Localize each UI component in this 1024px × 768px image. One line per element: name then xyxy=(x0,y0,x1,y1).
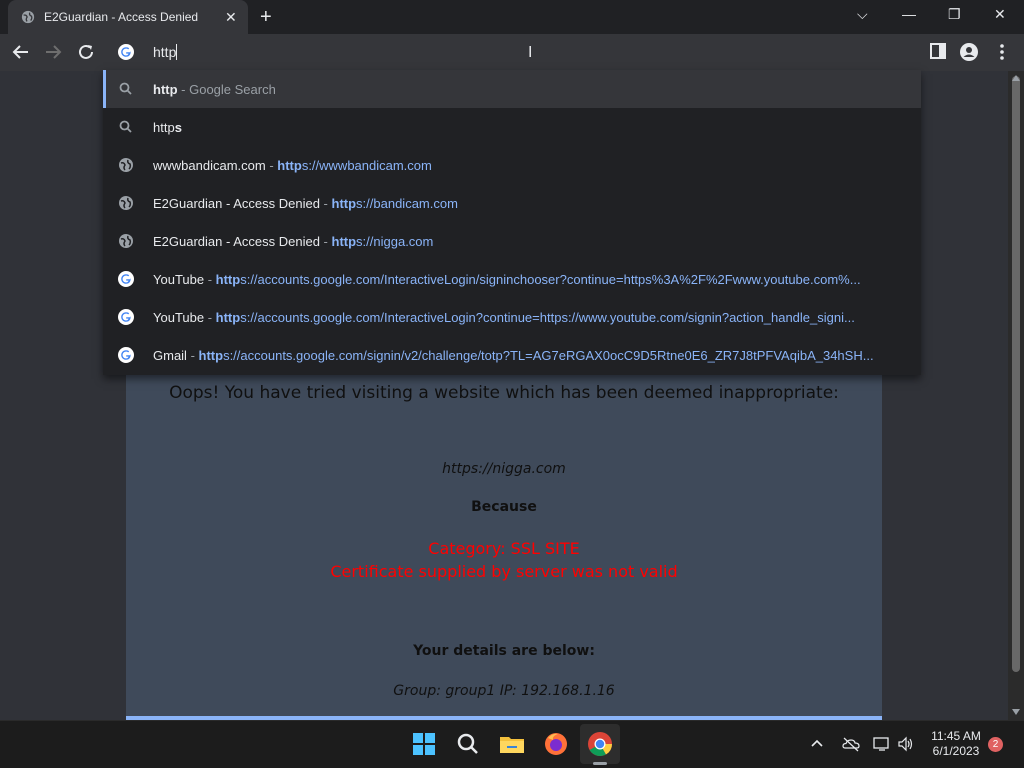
suggestion-item[interactable]: http - Google Search xyxy=(103,70,921,108)
close-window-button[interactable]: ✕ xyxy=(994,6,1006,23)
tab-active[interactable]: E2Guardian - Access Denied ✕ xyxy=(8,0,248,34)
globe-icon xyxy=(119,196,133,210)
block-heading: Oops! You have tried visiting a website … xyxy=(169,383,839,403)
text-cursor-icon: I xyxy=(528,44,533,61)
tab-title: E2Guardian - Access Denied xyxy=(44,10,199,24)
suggestion-item[interactable]: YouTube - https://accounts.google.com/In… xyxy=(103,260,921,298)
suggestion-item[interactable]: https xyxy=(103,108,921,146)
globe-icon xyxy=(21,10,35,24)
google-icon xyxy=(118,271,134,287)
address-input[interactable]: http xyxy=(153,44,178,60)
scroll-down-icon[interactable] xyxy=(1012,709,1020,715)
suggestion-item[interactable]: Gmail - https://accounts.google.com/sign… xyxy=(103,336,921,374)
suggestion-item[interactable]: E2Guardian - Access Denied - https://ban… xyxy=(103,184,921,222)
windows-start-icon[interactable] xyxy=(408,728,440,760)
search-icon[interactable] xyxy=(452,728,484,760)
side-panel-icon[interactable] xyxy=(930,43,946,59)
active-app-indicator xyxy=(593,762,607,765)
menu-kebab-icon[interactable] xyxy=(998,43,1006,61)
suggestion-item[interactable]: E2Guardian - Access Denied - https://nig… xyxy=(103,222,921,260)
tab-search-icon[interactable]: ⌵ xyxy=(857,6,868,23)
clock[interactable]: 11:45 AM 6/1/2023 xyxy=(924,729,988,759)
because-label: Because xyxy=(471,499,537,515)
search-icon xyxy=(119,82,132,95)
globe-icon xyxy=(119,158,133,172)
clock-date: 6/1/2023 xyxy=(932,744,980,758)
network-icon[interactable] xyxy=(873,736,891,752)
google-icon xyxy=(118,44,134,60)
restore-button[interactable]: ❐ xyxy=(948,6,961,23)
clock-time: 11:45 AM xyxy=(931,729,981,743)
new-tab-button[interactable]: + xyxy=(260,6,272,29)
tab-close-icon[interactable]: ✕ xyxy=(225,9,237,26)
block-reason: Certificate supplied by server was not v… xyxy=(330,562,678,581)
minimize-button[interactable]: — xyxy=(902,6,916,22)
user-details: Group: group1 IP: 192.168.1.16 xyxy=(393,683,615,699)
chrome-icon[interactable] xyxy=(584,728,616,760)
omnibox-suggestions: http - Google Search https wwwbandicam.c… xyxy=(103,70,921,375)
file-explorer-icon[interactable] xyxy=(496,728,528,760)
back-arrow-icon[interactable] xyxy=(12,43,30,61)
google-icon xyxy=(118,309,134,325)
profile-avatar-icon[interactable] xyxy=(960,43,978,61)
block-category: Category: SSL SITE xyxy=(428,539,580,558)
chevron-up-icon[interactable] xyxy=(810,737,824,749)
reload-icon[interactable] xyxy=(77,43,95,61)
globe-icon xyxy=(119,234,133,248)
volume-icon[interactable] xyxy=(897,736,915,752)
scrollbar-thumb[interactable] xyxy=(1012,76,1020,672)
forward-arrow-icon[interactable] xyxy=(44,43,62,61)
notification-badge[interactable]: 2 xyxy=(988,737,1003,752)
blocked-url: https://nigga.com xyxy=(442,461,566,477)
firefox-icon[interactable] xyxy=(540,728,572,760)
onedrive-icon[interactable] xyxy=(842,736,860,752)
scroll-up-icon[interactable] xyxy=(1012,75,1020,81)
suggestion-item[interactable]: YouTube - https://accounts.google.com/In… xyxy=(103,298,921,336)
suggestion-item[interactable]: wwwbandicam.com - https://wwwbandicam.co… xyxy=(103,146,921,184)
search-icon xyxy=(119,120,132,133)
details-label: Your details are below: xyxy=(413,643,595,659)
google-icon xyxy=(118,347,134,363)
address-bar[interactable]: http xyxy=(103,34,921,70)
